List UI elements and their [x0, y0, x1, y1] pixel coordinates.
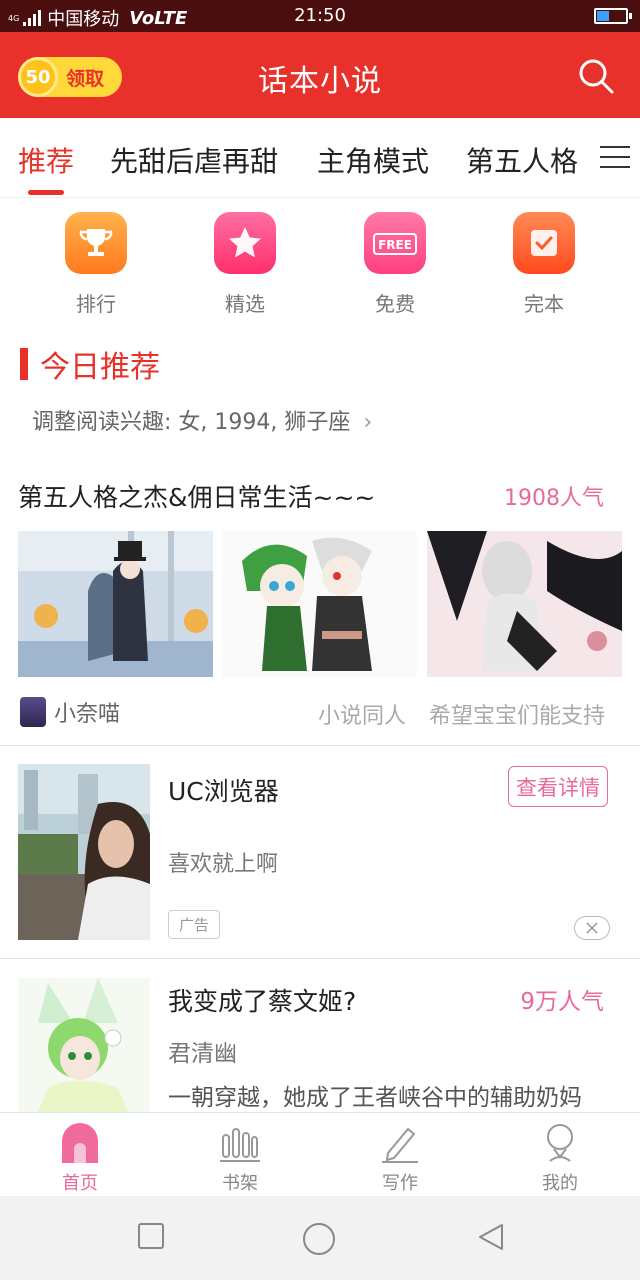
category-tabs: 推荐 先甜后虐再甜 主角模式 第五人格 — [0, 118, 640, 198]
ad-badge: 广告 — [168, 910, 220, 939]
featured-popularity: 1908人气 — [504, 486, 604, 511]
featured-image-2[interactable] — [222, 531, 417, 677]
view-details-button[interactable]: 查看详情 — [508, 766, 608, 807]
profile-icon — [510, 1121, 610, 1165]
ad-description: 喜欢就上啊 — [168, 852, 279, 877]
tab-recommend[interactable]: 推荐 — [18, 140, 74, 180]
featured-note: 希望宝宝们能支持 — [429, 704, 606, 729]
nav-label: 首页 — [62, 1173, 98, 1194]
category-completed[interactable]: 完本 — [494, 212, 594, 317]
menu-icon[interactable] — [600, 146, 630, 170]
featured-image-3[interactable] — [427, 531, 622, 677]
star-icon — [214, 212, 276, 274]
author-name: 小奈喵 — [54, 702, 121, 727]
ad-image[interactable] — [18, 764, 150, 940]
free-tag-icon: FREE — [364, 212, 426, 274]
featured-author[interactable]: 小奈喵 — [20, 696, 120, 728]
preference-text: 调整阅读兴趣: 女, 1994, 狮子座 — [32, 410, 351, 435]
category-label: 完本 — [524, 292, 564, 316]
book-title[interactable]: 我变成了蔡文姬? — [168, 982, 356, 1018]
avatar — [20, 697, 46, 727]
tab-identity-v[interactable]: 第五人格 — [466, 140, 578, 180]
reading-preference-link[interactable]: 调整阅读兴趣: 女, 1994, 狮子座 › — [32, 404, 372, 436]
search-icon[interactable] — [578, 58, 614, 94]
category-featured[interactable]: 精选 — [195, 212, 295, 317]
featured-story-title[interactable]: 第五人格之杰&佣日常生活~~~ — [18, 478, 375, 514]
book-popularity: 9万人气 — [520, 989, 604, 1015]
featured-image-1[interactable] — [18, 531, 213, 677]
pencil-icon — [350, 1121, 450, 1165]
nav-bookshelf[interactable]: 书架 — [190, 1121, 290, 1195]
recent-apps-icon[interactable] — [137, 1222, 165, 1250]
trophy-icon — [65, 212, 127, 274]
back-icon[interactable] — [476, 1222, 506, 1252]
home-icon — [30, 1121, 130, 1165]
category-label: 排行 — [76, 292, 116, 316]
section-marker — [20, 348, 28, 380]
featured-tag: 小说同人 — [318, 704, 407, 729]
bottom-navigation: 首页 书架 写作 我的 — [0, 1112, 640, 1196]
clock: 21:50 — [294, 5, 346, 26]
home-button-icon[interactable] — [302, 1222, 336, 1256]
nav-profile[interactable]: 我的 — [510, 1121, 610, 1195]
section-title: 今日推荐 — [20, 346, 160, 385]
category-free[interactable]: FREE 免费 — [345, 212, 445, 317]
tab-protagonist-mode[interactable]: 主角模式 — [317, 140, 429, 180]
bookshelf-icon — [190, 1121, 290, 1165]
divider — [0, 745, 640, 746]
book-cover[interactable] — [18, 978, 150, 1112]
system-navigation-bar — [0, 1196, 640, 1280]
nav-label: 我的 — [542, 1173, 578, 1194]
nav-label: 书架 — [222, 1173, 258, 1194]
chevron-right-icon: › — [363, 410, 373, 435]
ad-title[interactable]: UC浏览器 — [168, 772, 279, 808]
nav-label: 写作 — [382, 1173, 418, 1194]
app-header: 50 领取 话本小说 — [0, 32, 640, 118]
nav-home[interactable]: 首页 — [30, 1121, 130, 1195]
category-label: 精选 — [225, 292, 265, 316]
svg-text:FREE: FREE — [378, 238, 412, 252]
category-ranking[interactable]: 排行 — [46, 212, 146, 317]
book-author[interactable]: 君清幽 — [168, 1034, 237, 1068]
status-bar: 4G 中国移动 VoLTE 21:50 — [0, 0, 640, 32]
book-description: 一朝穿越，她成了王者峡谷中的辅助奶妈 — [168, 1085, 582, 1111]
app-title: 话本小说 — [258, 64, 382, 99]
close-icon[interactable] — [574, 916, 610, 940]
section-title-text: 今日推荐 — [40, 350, 160, 385]
nav-write[interactable]: 写作 — [350, 1121, 450, 1195]
category-label: 免费 — [375, 292, 415, 316]
tab-sweet-bitter-sweet[interactable]: 先甜后虐再甜 — [110, 140, 278, 180]
active-tab-indicator — [28, 190, 64, 195]
check-icon — [513, 212, 575, 274]
battery-icon — [594, 8, 632, 24]
divider — [0, 958, 640, 959]
